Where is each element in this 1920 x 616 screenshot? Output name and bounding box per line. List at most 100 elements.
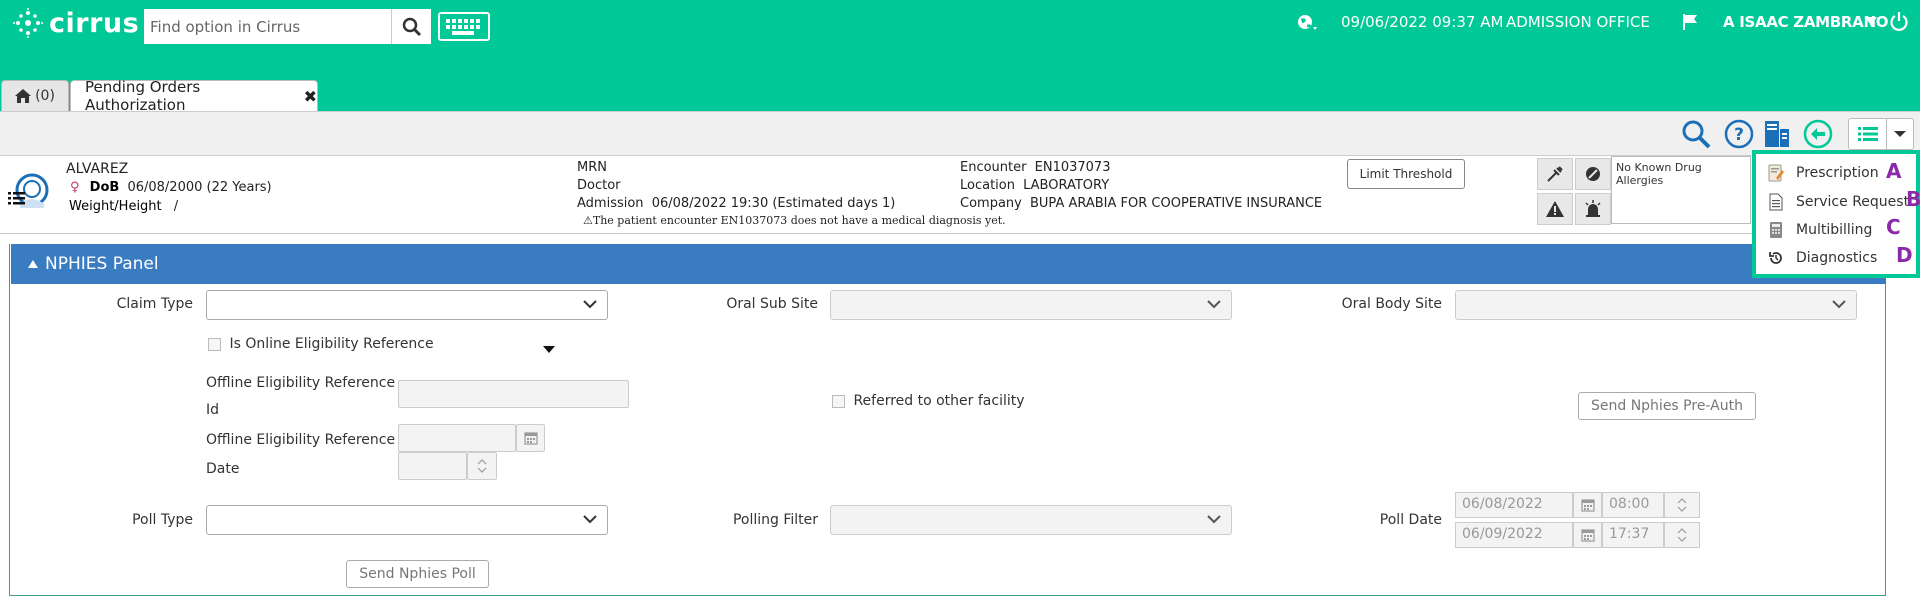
poll-type-select[interactable]: [206, 505, 608, 535]
offline-eligibility-id-label: Offline Eligibility Reference Id: [206, 375, 396, 418]
calendar-icon[interactable]: [516, 424, 545, 452]
back-arrow-icon[interactable]: [1803, 119, 1833, 153]
chevron-down-icon: [1832, 300, 1846, 309]
spinner-icon: [1677, 498, 1687, 512]
encounter-info: Encounter EN1037073: [960, 160, 1111, 175]
limit-threshold-button[interactable]: Limit Threshold: [1347, 159, 1465, 189]
send-nphies-poll-button[interactable]: Send Nphies Poll: [346, 560, 489, 588]
siren-icon[interactable]: [1575, 193, 1611, 225]
virtual-keyboard-button[interactable]: [438, 12, 490, 41]
keyboard-icon: [446, 18, 480, 35]
claim-type-select[interactable]: [206, 290, 608, 320]
close-icon[interactable]: ✖: [304, 87, 317, 106]
power-icon[interactable]: [1889, 11, 1909, 37]
panel-title: NPHIES Panel: [45, 254, 159, 274]
patient-name: ALVAREZ: [66, 161, 129, 177]
chevron-down-icon: [1207, 515, 1221, 524]
patient-avatar[interactable]: [6, 168, 50, 220]
history-icon: [1756, 250, 1796, 266]
time-spinner[interactable]: [467, 452, 497, 480]
polling-filter-label: Polling Filter: [732, 512, 818, 528]
search-box: [144, 9, 431, 44]
svg-text:?: ?: [1734, 125, 1744, 145]
online-eligibility-option: Is Online Eligibility Reference: [208, 336, 434, 352]
annotation-letter-c: C: [1886, 215, 1901, 239]
tab-label: Pending Orders Authorization: [85, 78, 201, 114]
flag-icon[interactable]: [1681, 13, 1699, 35]
spinner-icon: [1677, 528, 1687, 542]
current-datetime: 09/06/2022 09:37 AM: [1341, 13, 1504, 31]
offline-eligibility-id-input[interactable]: [398, 380, 629, 408]
offline-eligibility-time-input[interactable]: [398, 452, 467, 480]
syringe-icon[interactable]: [1537, 158, 1573, 190]
menu-item-diagnostics[interactable]: Diagnostics: [1756, 244, 1916, 272]
home-icon: [15, 89, 32, 103]
chevron-down-icon: [583, 300, 597, 309]
polling-filter-select[interactable]: [830, 505, 1232, 535]
top-bar: cirrus 09/06/2022 09:37 AM ADMISSION: [0, 0, 1920, 114]
search-button[interactable]: [391, 9, 431, 44]
document-icon: [1756, 193, 1796, 211]
caret-down-icon[interactable]: [543, 343, 555, 358]
poll-time-to-input[interactable]: 17:37: [1602, 522, 1664, 548]
location-info: Location LABORATORY: [960, 178, 1110, 193]
patient-dob: ♀ DoB 06/08/2000 (22 Years): [70, 180, 272, 195]
oral-body-site-select[interactable]: [1455, 290, 1857, 320]
calculator-icon: [1756, 221, 1796, 239]
online-eligibility-checkbox[interactable]: [208, 337, 221, 351]
chevron-down-icon: [1207, 300, 1221, 309]
poll-time-from-input[interactable]: 08:00: [1602, 492, 1664, 518]
blocked-icon[interactable]: [1575, 158, 1611, 190]
patient-weight-height: Weight/Height /: [69, 199, 179, 214]
actions-menu-button[interactable]: [1848, 118, 1914, 150]
chevron-down-icon: [583, 515, 597, 524]
company-info: Company BUPA ARABIA FOR COOPERATIVE INSU…: [960, 196, 1323, 211]
poll-date-from-input[interactable]: 06/08/2022: [1455, 492, 1573, 518]
prescription-icon: [1756, 164, 1796, 182]
user-name[interactable]: A ISAAC ZAMBRANO: [1723, 13, 1888, 31]
offline-eligibility-date-input[interactable]: [398, 424, 516, 452]
doctor-label: Doctor: [577, 178, 621, 193]
annotation-letter-d: D: [1896, 243, 1913, 267]
referred-option: Referred to other facility: [832, 393, 1025, 409]
toolbar: ?: [0, 111, 1920, 156]
oral-body-site-label: Oral Body Site: [1341, 296, 1442, 312]
nphies-panel-header[interactable]: NPHIES Panel: [11, 244, 1886, 284]
logo-text: cirrus: [49, 7, 140, 39]
logo-icon: [13, 8, 43, 38]
cirrus-logo[interactable]: cirrus: [13, 6, 139, 40]
oral-sub-site-label: Oral Sub Site: [726, 296, 818, 312]
report-icon[interactable]: [1763, 119, 1791, 153]
search-input[interactable]: [144, 9, 391, 44]
send-nphies-preauth-button[interactable]: Send Nphies Pre-Auth: [1578, 392, 1756, 420]
calendar-icon[interactable]: [1573, 522, 1602, 548]
chevron-down-icon[interactable]: [1887, 119, 1913, 149]
menu-item-service-request[interactable]: Service Request: [1756, 188, 1916, 216]
female-icon: ♀: [70, 180, 80, 195]
chevron-down-icon[interactable]: [1865, 15, 1877, 30]
poll-type-label: Poll Type: [132, 512, 193, 528]
annotation-letter-b: B: [1906, 187, 1920, 211]
tab-home-label: (0): [35, 88, 55, 104]
tab-pending-orders-authorization[interactable]: Pending Orders Authorization ✖: [70, 78, 318, 114]
help-icon[interactable]: ?: [1724, 119, 1754, 153]
tab-home[interactable]: (0): [1, 80, 69, 111]
allergies-box: No Known Drug Allergies: [1611, 156, 1751, 224]
search-icon[interactable]: [1681, 119, 1711, 153]
referred-checkbox[interactable]: [832, 394, 845, 408]
current-office[interactable]: ADMISSION OFFICE: [1506, 13, 1650, 31]
actions-dropdown-menu: Prescription Service Request Multibillin…: [1752, 150, 1920, 278]
spinner-icon: [477, 459, 487, 473]
list-icon[interactable]: [1849, 119, 1887, 149]
time-spinner[interactable]: [1664, 492, 1700, 518]
time-spinner[interactable]: [1664, 522, 1700, 548]
poll-date-label: Poll Date: [1379, 512, 1442, 528]
calendar-icon[interactable]: [1573, 492, 1602, 518]
collapse-icon: [28, 260, 38, 268]
poll-date-to-input[interactable]: 06/09/2022: [1455, 522, 1573, 548]
mrn-label: MRN: [577, 160, 607, 175]
claim-type-label: Claim Type: [116, 296, 193, 312]
alert-icon[interactable]: [1537, 193, 1573, 225]
globe-icon[interactable]: [1296, 13, 1318, 37]
oral-sub-site-select[interactable]: [830, 290, 1232, 320]
